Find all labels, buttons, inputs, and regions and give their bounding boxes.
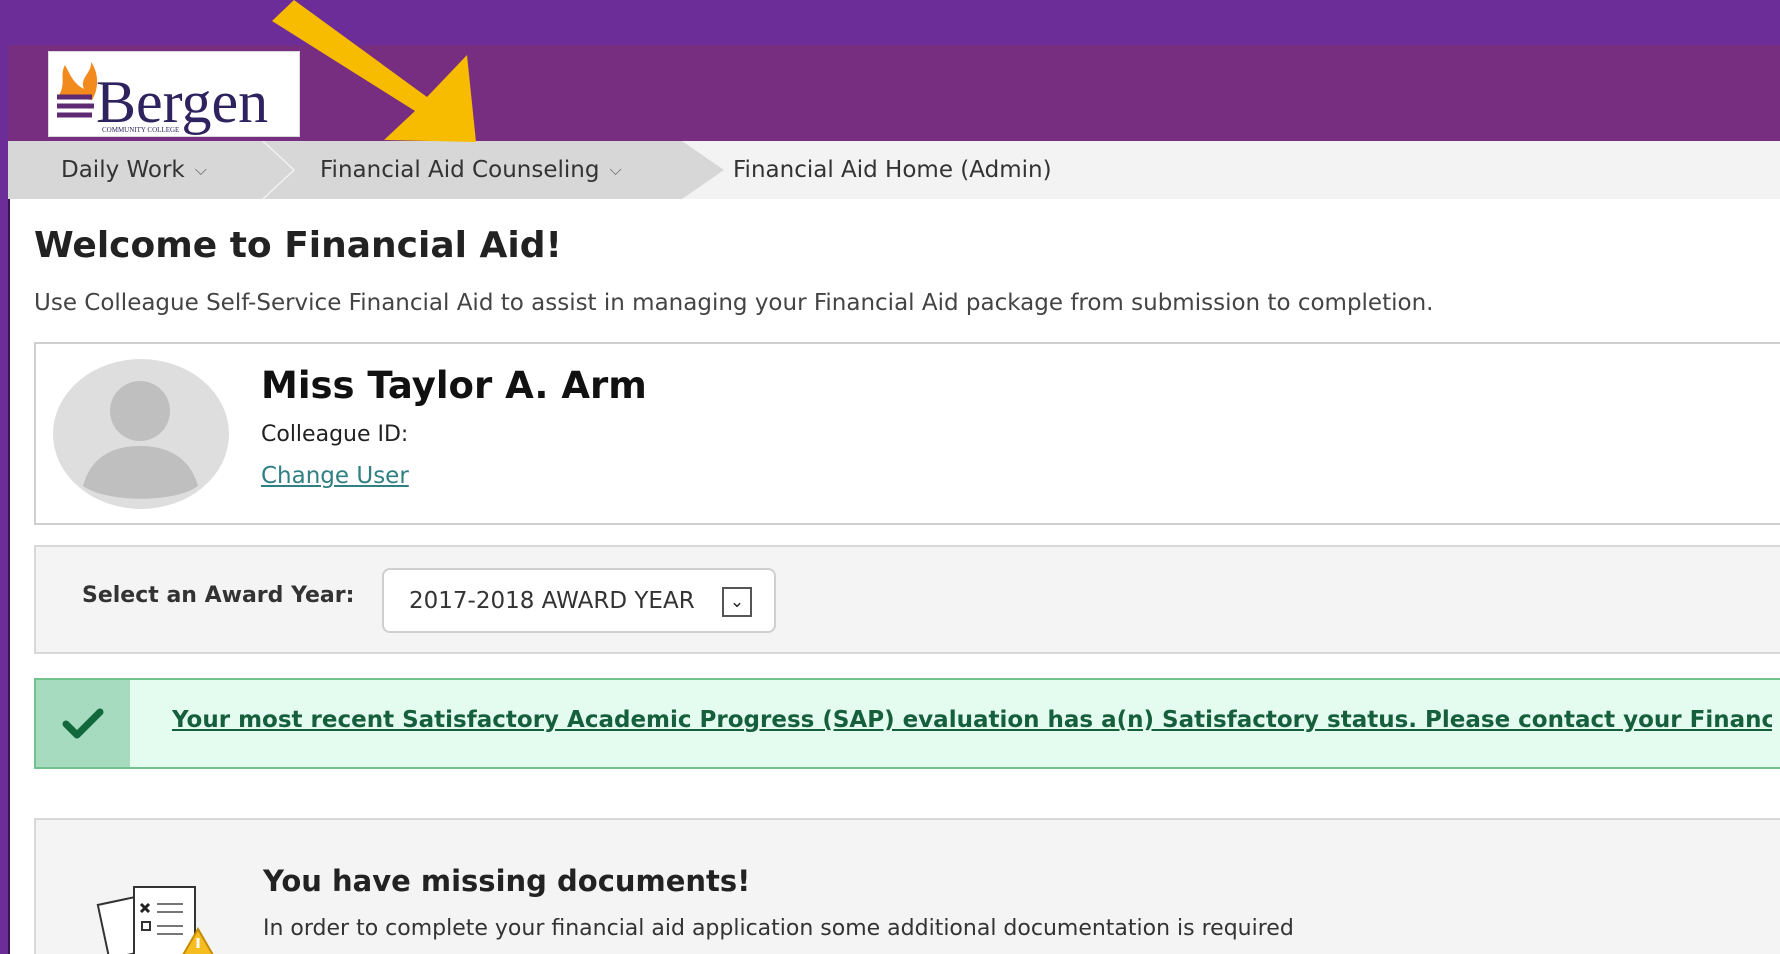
breadcrumb-daily-work[interactable]: Daily Work ⌵ xyxy=(8,141,293,199)
page-intro: Use Colleague Self-Service Financial Aid… xyxy=(34,290,1434,316)
sap-status-alert: Your most recent Satisfactory Academic P… xyxy=(34,678,1780,769)
page-title: Welcome to Financial Aid! xyxy=(34,225,562,266)
change-user-link[interactable]: Change User xyxy=(261,463,409,489)
missing-documents-title: You have missing documents! xyxy=(263,864,751,898)
award-year-label: Select an Award Year: xyxy=(82,583,355,608)
colleague-id-label: Colleague ID: xyxy=(261,422,409,447)
chevron-down-icon[interactable]: ⌄ xyxy=(722,587,752,617)
breadcrumb-financial-aid-counseling-label: Financial Aid Counseling xyxy=(320,157,600,183)
check-icon xyxy=(36,680,130,767)
missing-documents-description: In order to complete your financial aid … xyxy=(263,916,1294,941)
missing-documents-panel: You have missing documents! In order to … xyxy=(34,818,1780,954)
chevron-down-icon: ⌵ xyxy=(609,160,622,179)
document-icon xyxy=(96,886,214,954)
award-year-selected-value: 2017-2018 AWARD YEAR xyxy=(409,587,695,614)
person-name: Miss Taylor A. Arm xyxy=(261,364,647,407)
chevron-down-icon: ⌵ xyxy=(194,160,207,179)
breadcrumb-financial-aid-home: Financial Aid Home (Admin) xyxy=(733,141,1052,199)
svg-text:COMMUNITY COLLEGE: COMMUNITY COLLEGE xyxy=(102,126,179,134)
application-frame: Bergen COMMUNITY COLLEGE Daily Work ⌵ Fi… xyxy=(8,45,1780,954)
award-year-panel: Select an Award Year: 2017-2018 AWARD YE… xyxy=(34,545,1780,654)
avatar-icon xyxy=(53,359,229,509)
sap-status-link[interactable]: Your most recent Satisfactory Academic P… xyxy=(172,707,1772,733)
breadcrumb-financial-aid-home-label: Financial Aid Home (Admin) xyxy=(733,157,1052,183)
arrow-icon xyxy=(272,0,476,142)
award-year-select[interactable]: 2017-2018 AWARD YEAR ⌄ xyxy=(382,568,776,633)
breadcrumb-daily-work-label: Daily Work xyxy=(61,157,185,183)
person-card: Miss Taylor A. Arm Colleague ID: Change … xyxy=(34,342,1780,525)
